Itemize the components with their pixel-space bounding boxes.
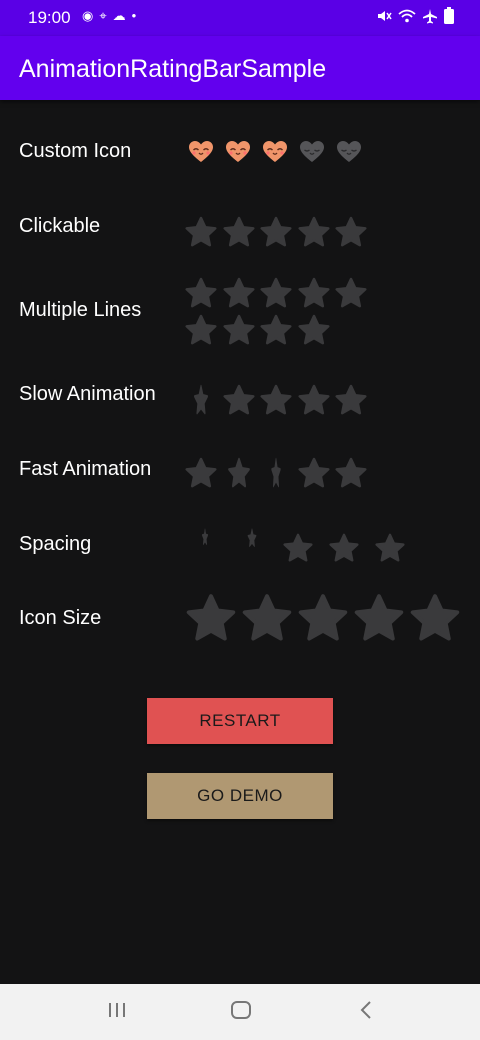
go-demo-button[interactable]: GO DEMO: [147, 773, 333, 819]
star-icon[interactable]: [260, 314, 292, 346]
row-label: Fast Animation: [19, 458, 152, 480]
star-icon[interactable]: [260, 384, 292, 416]
location-icon: ⌖: [99, 8, 113, 23]
status-left-icons: ◉⌖☁•: [82, 8, 142, 24]
star-icon[interactable]: [185, 457, 217, 489]
wifi-icon: [398, 9, 416, 22]
heart-face-icon[interactable]: [336, 140, 362, 164]
star-icon[interactable]: [297, 277, 330, 309]
star-icon[interactable]: [375, 533, 405, 563]
star-icon[interactable]: [297, 216, 330, 248]
star-icon[interactable]: [185, 314, 217, 346]
star-icon[interactable]: [185, 277, 217, 309]
dot-icon: •: [131, 8, 143, 23]
star-icon[interactable]: [260, 457, 292, 489]
star-icon[interactable]: [222, 216, 255, 248]
home-icon[interactable]: [230, 1000, 252, 1020]
heart-face-icon[interactable]: [299, 140, 325, 164]
star-icon[interactable]: [335, 457, 367, 489]
heart-face-icon[interactable]: [262, 140, 288, 164]
star-icon[interactable]: [196, 528, 214, 546]
heart-face-icon[interactable]: [225, 140, 251, 164]
star-icon[interactable]: [298, 593, 348, 643]
heart-face-icon[interactable]: [188, 140, 214, 164]
row-label: Clickable: [19, 215, 101, 237]
navigation-bar: [0, 984, 480, 1040]
star-icon[interactable]: [297, 314, 330, 346]
star-icon[interactable]: [242, 528, 262, 548]
at-icon: ◉: [82, 8, 100, 23]
star-icon[interactable]: [297, 384, 330, 416]
row-label: Slow Animation: [19, 383, 156, 405]
status-right-icons: [376, 7, 454, 24]
status-time: 19:00: [28, 8, 71, 27]
row-label: Spacing: [19, 533, 92, 555]
star-icon[interactable]: [185, 384, 217, 416]
star-icon[interactable]: [223, 457, 255, 489]
row-label: Multiple Lines: [19, 299, 142, 321]
app-bar: AnimationRatingBarSample: [0, 36, 480, 100]
star-icon[interactable]: [260, 216, 292, 248]
recent-apps-icon[interactable]: [107, 1000, 127, 1020]
star-icon[interactable]: [242, 593, 292, 643]
star-icon[interactable]: [222, 384, 255, 416]
mute-icon: [378, 10, 392, 21]
star-icon[interactable]: [335, 384, 367, 416]
star-icon[interactable]: [329, 533, 359, 563]
status-bar: 19:00 ◉⌖☁•: [0, 0, 480, 36]
star-icon[interactable]: [185, 216, 217, 248]
airplane-icon: [423, 8, 437, 23]
star-icon[interactable]: [222, 277, 255, 309]
star-icon[interactable]: [186, 593, 236, 643]
battery-icon: [444, 7, 454, 24]
star-icon[interactable]: [283, 533, 313, 563]
row-label: Custom Icon: [19, 140, 132, 162]
star-icon[interactable]: [222, 314, 255, 346]
app-title: AnimationRatingBarSample: [19, 55, 327, 83]
star-icon[interactable]: [297, 457, 330, 489]
star-icon[interactable]: [260, 277, 292, 309]
star-icon[interactable]: [410, 593, 460, 643]
star-icon[interactable]: [335, 277, 367, 309]
restart-button[interactable]: RESTART: [147, 698, 333, 744]
back-icon[interactable]: [358, 1000, 374, 1020]
star-icon[interactable]: [335, 216, 367, 248]
star-icon[interactable]: [354, 593, 404, 643]
cloud-icon: ☁: [112, 8, 132, 23]
row-label: Icon Size: [19, 607, 102, 629]
